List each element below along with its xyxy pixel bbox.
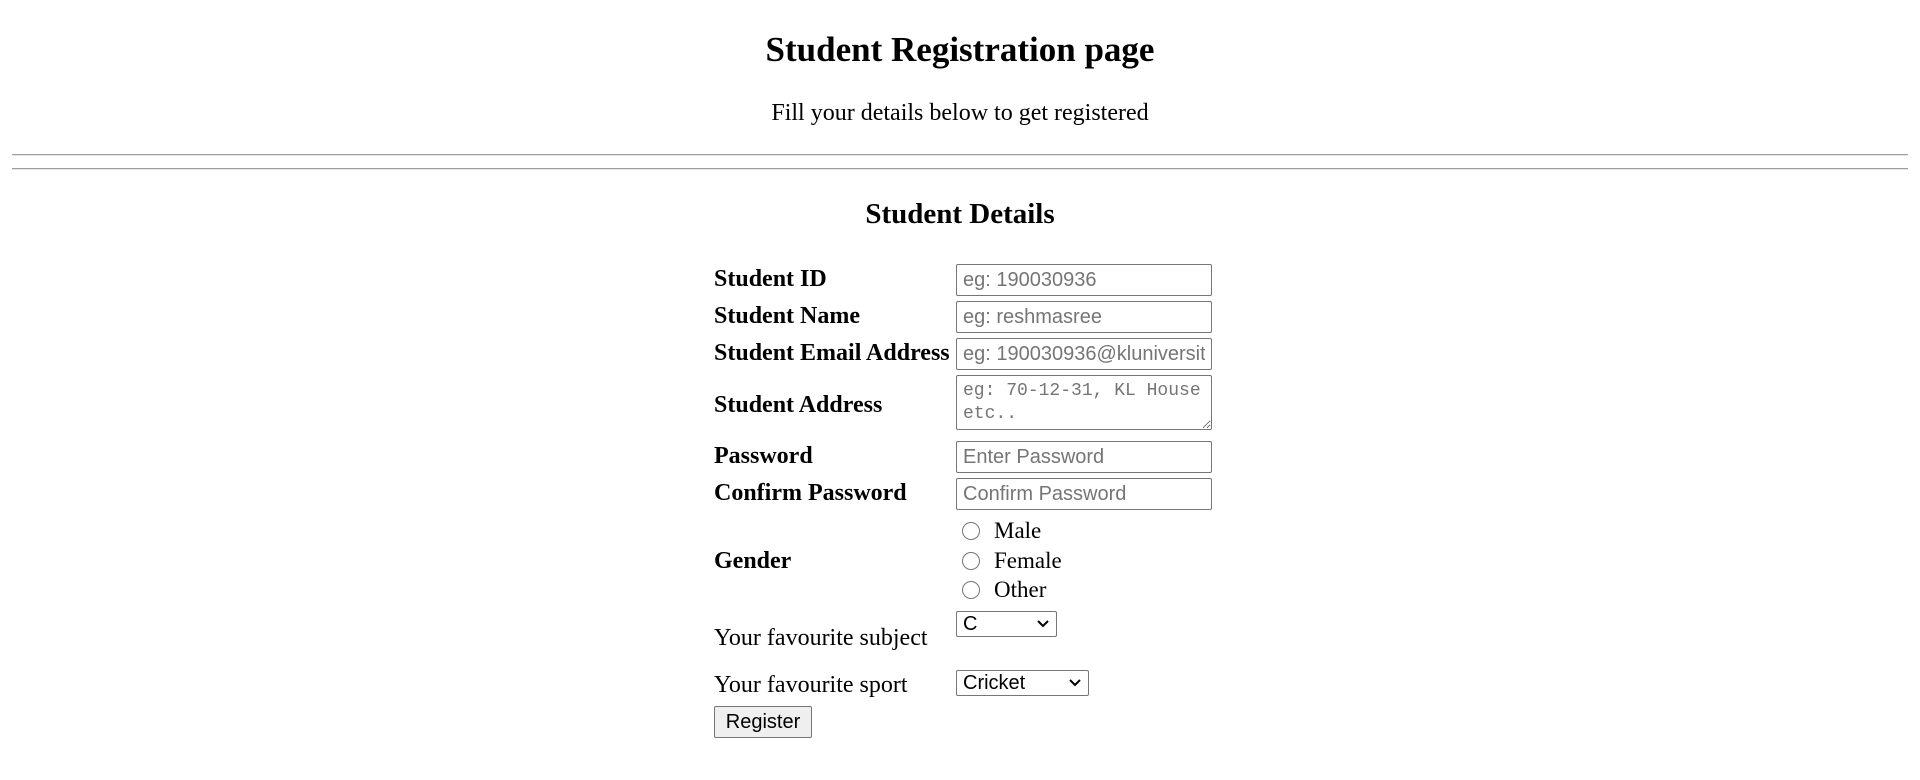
chevron-down-icon — [1036, 617, 1050, 631]
favourite-subject-label: Your favourite subject — [714, 625, 928, 651]
gender-label: Gender — [714, 548, 792, 574]
password-input[interactable] — [956, 441, 1212, 473]
divider-bottom — [12, 168, 1908, 170]
student-address-textarea[interactable] — [956, 375, 1212, 430]
gender-option-label: Other — [994, 577, 1047, 602]
student-email-input[interactable] — [956, 338, 1212, 370]
favourite-subject-value: C — [963, 612, 978, 635]
favourite-sport-value: Cricket — [963, 671, 1026, 694]
favourite-subject-select[interactable]: C — [956, 611, 1057, 637]
student-name-input[interactable] — [956, 301, 1212, 333]
page-title: Student Registration page — [765, 30, 1155, 69]
gender-option-other[interactable]: Other — [962, 577, 1046, 603]
page-subtitle: Fill your details below to get registere… — [771, 100, 1149, 126]
password-label: Password — [714, 443, 813, 469]
student-name-label: Student Name — [714, 303, 861, 329]
radio-button[interactable] — [962, 552, 980, 570]
gender-option-label: Male — [994, 518, 1042, 543]
gender-option-label: Female — [994, 548, 1062, 573]
gender-option-female[interactable]: Female — [962, 548, 1062, 574]
radio-button[interactable] — [962, 581, 980, 599]
register-button[interactable]: Register — [714, 706, 812, 738]
student-id-label: Student ID — [714, 266, 827, 292]
favourite-sport-label: Your favourite sport — [714, 672, 908, 698]
section-title: Student Details — [865, 198, 1055, 230]
confirm-password-input[interactable] — [956, 478, 1212, 510]
student-id-input[interactable] — [956, 264, 1212, 296]
radio-button[interactable] — [962, 522, 980, 540]
divider-top — [12, 154, 1908, 156]
student-email-label: Student Email Address — [714, 340, 950, 366]
chevron-down-icon — [1068, 676, 1082, 690]
favourite-sport-select[interactable]: Cricket — [956, 670, 1089, 696]
gender-option-male[interactable]: Male — [962, 518, 1041, 544]
confirm-password-label: Confirm Password — [714, 480, 907, 506]
student-address-label: Student Address — [714, 392, 883, 418]
